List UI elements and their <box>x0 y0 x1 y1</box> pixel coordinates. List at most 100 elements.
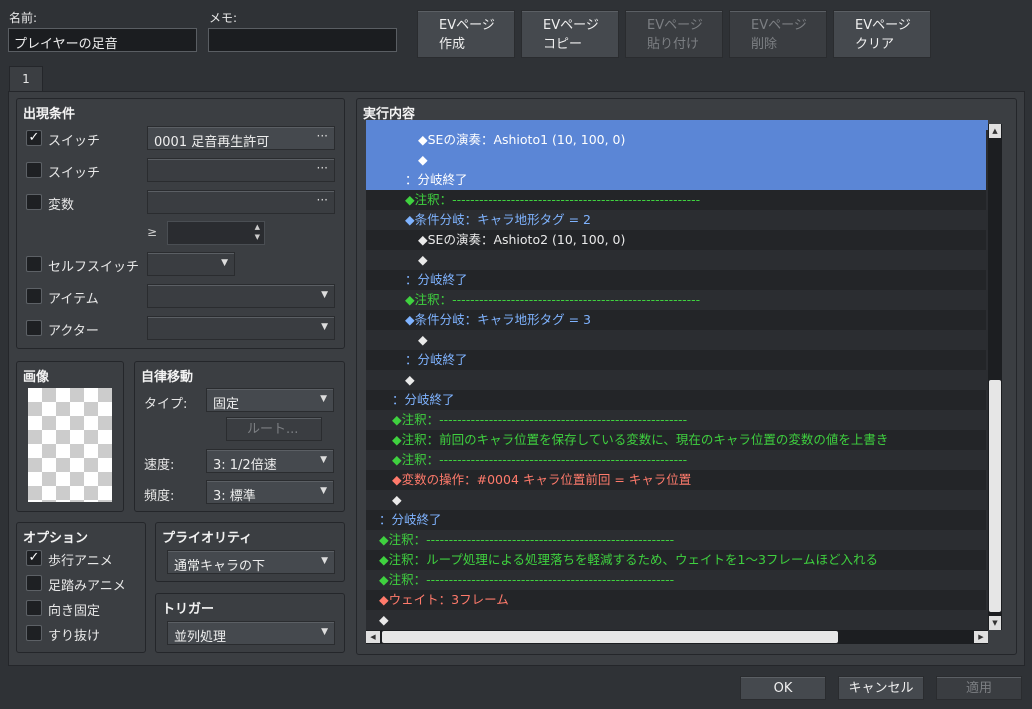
name-field[interactable]: プレイヤーの足音 <box>8 28 197 52</box>
character-image-preview[interactable] <box>28 388 112 502</box>
type-select[interactable]: 固定 ▼ <box>206 388 334 412</box>
trigger-title: トリガー <box>162 602 215 617</box>
command-line[interactable]: ：分岐終了 <box>366 350 986 370</box>
condition-selector[interactable]: 0001 足音再生許可 ··· <box>147 126 335 150</box>
tab-page-1[interactable]: 1 <box>9 66 43 92</box>
vertical-scrollbar[interactable]: ▲ ▼ <box>988 124 1002 630</box>
condition-selector[interactable]: ··· <box>147 158 335 182</box>
frequency-value: 3: 標準 <box>213 489 256 504</box>
toolbar-button-4[interactable]: EVページ クリア <box>833 10 931 58</box>
route-button[interactable]: ルート... <box>226 417 322 441</box>
toolbar-button-0[interactable]: EVページ作成 <box>417 10 515 58</box>
condition-selector[interactable]: ▼ <box>147 316 335 340</box>
option-checkbox[interactable] <box>26 600 42 616</box>
command-line[interactable]: ◆ウェイト：3フレーム <box>366 590 986 610</box>
type-label: タイプ: <box>144 397 188 412</box>
speed-select[interactable]: 3: 1/2倍速 ▼ <box>206 449 334 473</box>
condition-selector[interactable]: ▼ <box>147 252 235 276</box>
condition-label: セルフスイッチ <box>48 260 140 275</box>
scroll-left-icon[interactable]: ◀ <box>366 631 380 643</box>
speed-label: 速度: <box>144 458 175 473</box>
trigger-select[interactable]: 並列処理 ▼ <box>167 621 335 645</box>
variable-value-spinner[interactable]: ▲ ▼ <box>167 221 265 245</box>
options-title: オプション <box>23 531 89 546</box>
ge-sign: ≥ <box>147 225 158 239</box>
option-label: すり抜け <box>48 629 101 644</box>
command-line[interactable]: ◆注釈：ループ処理による処理落ちを軽減するため、ウェイトを1～3フレームほど入れ… <box>366 550 986 570</box>
command-line[interactable]: ◆条件分岐：キャラ地形タグ = 2 <box>366 210 986 230</box>
command-line[interactable]: ◆注釈：------------------------------------… <box>366 570 986 590</box>
command-line[interactable]: ◆SEの演奏：Ashioto2 (10, 100, 0) <box>366 230 986 250</box>
chevron-down-icon: ▼ <box>321 290 328 300</box>
horizontal-scrollbar[interactable]: ◀ ▶ <box>366 630 988 644</box>
condition-checkbox[interactable] <box>26 194 42 210</box>
conditions-title: 出現条件 <box>23 107 76 122</box>
command-line[interactable]: ◆注釈：------------------------------------… <box>366 530 986 550</box>
selection-edge <box>366 120 988 130</box>
frequency-select[interactable]: 3: 標準 ▼ <box>206 480 334 504</box>
toolbar-button-line2: コピー <box>543 37 583 52</box>
condition-value: 0001 足音再生許可 <box>154 135 270 150</box>
condition-label: スイッチ <box>48 166 101 181</box>
scroll-down-icon[interactable]: ▼ <box>989 616 1001 630</box>
command-line[interactable]: ：分岐終了 <box>366 170 986 190</box>
command-line[interactable]: ：分岐終了 <box>366 390 986 410</box>
condition-checkbox[interactable] <box>26 162 42 178</box>
toolbar-button-line1: EVページ <box>439 18 495 33</box>
vertical-scroll-thumb[interactable] <box>989 380 1001 612</box>
ok-button[interactable]: OK <box>740 676 826 700</box>
spin-down-icon[interactable]: ▼ <box>255 233 260 241</box>
command-line[interactable]: ◆注釈：------------------------------------… <box>366 410 986 430</box>
condition-checkbox[interactable] <box>26 320 42 336</box>
apply-button[interactable]: 適用 <box>936 676 1022 700</box>
type-value: 固定 <box>213 397 240 412</box>
condition-checkbox[interactable]: ✓ <box>26 130 42 146</box>
command-line[interactable]: ◆条件分岐：キャラ地形タグ = 3 <box>366 310 986 330</box>
option-checkbox[interactable]: ✓ <box>26 550 42 566</box>
image-title: 画像 <box>23 370 50 385</box>
condition-selector[interactable]: ▼ <box>147 284 335 308</box>
condition-checkbox[interactable] <box>26 288 42 304</box>
memo-field[interactable] <box>208 28 397 52</box>
more-icon: ··· <box>316 161 328 175</box>
command-line[interactable]: ◆変数の操作：#0004 キャラ位置前回 = キャラ位置 <box>366 470 986 490</box>
command-line[interactable]: ◆ <box>366 150 986 170</box>
scroll-right-icon[interactable]: ▶ <box>974 631 988 643</box>
command-list[interactable]: ◆SEの演奏：Ashioto1 (10, 100, 0) ◆ ：分岐終了 ◆注釈：--… <box>366 120 988 630</box>
command-line[interactable]: ◆ <box>366 330 986 350</box>
spin-up-icon[interactable]: ▲ <box>255 223 260 231</box>
toolbar-button-line1: EVページ <box>855 18 911 33</box>
name-label: 名前: <box>9 11 38 25</box>
condition-selector[interactable]: ··· <box>147 190 335 214</box>
chevron-down-icon: ▼ <box>321 322 328 332</box>
more-icon: ··· <box>316 193 328 207</box>
chevron-down-icon: ▼ <box>320 486 327 496</box>
toolbar-button-line1: EVページ <box>543 18 599 33</box>
option-checkbox[interactable] <box>26 575 42 591</box>
command-line[interactable]: ：分岐終了 <box>366 510 986 530</box>
scroll-up-icon[interactable]: ▲ <box>989 124 1001 138</box>
toolbar-button-line1: EVページ <box>647 18 703 33</box>
command-line[interactable]: ◆ <box>366 370 986 390</box>
toolbar-button-line2: 作成 <box>439 37 466 52</box>
command-line[interactable]: ：分岐終了 <box>366 270 986 290</box>
command-line[interactable]: ◆ <box>366 250 986 270</box>
toolbar-button-1[interactable]: EVページコピー <box>521 10 619 58</box>
condition-checkbox[interactable] <box>26 256 42 272</box>
toolbar-button-3[interactable]: EVページ 削除 <box>729 10 827 58</box>
toolbar-button-2[interactable]: EVページ貼り付け <box>625 10 723 58</box>
command-line[interactable]: ◆注釈：------------------------------------… <box>366 290 986 310</box>
cancel-button[interactable]: キャンセル <box>838 676 924 700</box>
priority-select[interactable]: 通常キャラの下 ▼ <box>167 550 335 574</box>
command-line[interactable]: ◆注釈：------------------------------------… <box>366 190 986 210</box>
option-checkbox[interactable] <box>26 625 42 641</box>
command-line[interactable]: ◆SEの演奏：Ashioto1 (10, 100, 0) <box>366 130 986 150</box>
horizontal-scroll-thumb[interactable] <box>382 631 838 643</box>
more-icon: ··· <box>316 129 328 143</box>
command-line[interactable]: ◆ <box>366 490 986 510</box>
command-line[interactable]: ◆ <box>366 610 986 630</box>
command-line[interactable]: ◆注釈：------------------------------------… <box>366 450 986 470</box>
toolbar-button-line2: 貼り付け <box>647 37 700 52</box>
command-line[interactable]: ◆注釈：前回のキャラ位置を保存している変数に、現在のキャラ位置の変数の値を上書き <box>366 430 986 450</box>
trigger-value: 並列処理 <box>174 630 227 645</box>
